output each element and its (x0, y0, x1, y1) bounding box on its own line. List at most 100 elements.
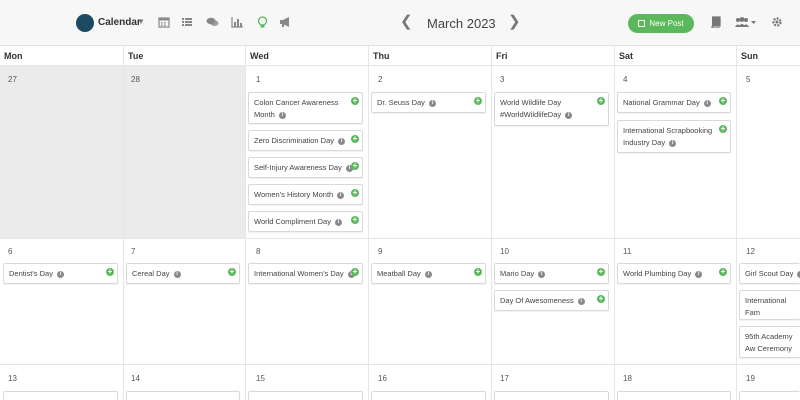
info-icon[interactable]: i (428, 99, 436, 107)
event-card[interactable]: Cereal Day i + (126, 263, 240, 284)
weekday-header: Thu (368, 46, 491, 65)
info-icon[interactable]: i (695, 270, 703, 278)
next-month-icon[interactable]: ❯ (508, 14, 521, 30)
event-card[interactable]: World Plumbing Day i + (617, 263, 731, 284)
event-card-partial[interactable] (3, 391, 118, 400)
weekday-header: Tue (123, 46, 245, 65)
prev-month-icon[interactable]: ❮ (400, 14, 413, 30)
event-card[interactable]: Dentist's Day i + (3, 263, 118, 284)
info-icon[interactable]: i (424, 270, 432, 278)
weekday-header: Mon (4, 51, 23, 61)
add-icon[interactable]: + (351, 189, 359, 197)
event-card[interactable]: 95th Academy Aw Ceremonyi (739, 326, 800, 358)
event-card[interactable]: Girl Scout Dayi (739, 263, 800, 284)
add-icon[interactable]: + (351, 135, 359, 143)
weekday-header: Sun (736, 46, 800, 65)
day-number: 14 (131, 374, 140, 383)
brand-logo[interactable] (76, 14, 94, 32)
grid-line (123, 46, 124, 400)
caret-down-icon[interactable]: ▼ (137, 17, 145, 26)
event-card[interactable]: Meatball Day i + (371, 263, 486, 284)
weekday-header: Sat (614, 46, 736, 65)
grid-line (491, 46, 492, 400)
info-icon[interactable]: i (565, 111, 573, 119)
info-icon[interactable]: i (538, 270, 546, 278)
info-icon[interactable]: i (703, 99, 711, 107)
add-icon[interactable]: + (351, 268, 359, 276)
grid-line (245, 46, 246, 400)
new-post-button[interactable]: New Post (628, 14, 694, 33)
event-card-partial[interactable] (126, 391, 240, 400)
calendar-icon[interactable] (157, 15, 171, 29)
info-icon[interactable]: i (338, 137, 346, 145)
event-card-partial[interactable] (371, 391, 486, 400)
info-icon[interactable]: i (337, 191, 345, 199)
past-day-cell (0, 65, 123, 238)
info-icon[interactable]: i (278, 111, 286, 119)
info-icon[interactable]: i (334, 218, 342, 226)
add-icon[interactable]: + (351, 162, 359, 170)
add-icon[interactable]: + (474, 268, 482, 276)
grid-line (0, 364, 800, 365)
add-icon[interactable]: + (351, 97, 359, 105)
day-number: 4 (623, 75, 628, 84)
event-label: World Wildlife Day #WorldWildlifeDay (500, 98, 562, 119)
info-icon[interactable]: i (577, 297, 585, 305)
event-card[interactable]: International Women's Dayi+ (248, 263, 363, 284)
info-icon[interactable]: i (173, 270, 181, 278)
calendar-menu-label[interactable]: Calendar (98, 17, 141, 28)
event-card[interactable]: International Scrapbooking Industry Day i… (617, 120, 731, 153)
day-number: 12 (746, 247, 755, 256)
add-icon[interactable]: + (106, 268, 114, 276)
event-card[interactable]: Colon Cancer Awareness Month i + (248, 92, 363, 124)
book-icon[interactable] (708, 15, 722, 29)
day-number: 19 (746, 374, 755, 383)
day-number: 27 (8, 75, 17, 84)
event-card-partial[interactable] (494, 391, 609, 400)
lightbulb-icon[interactable] (255, 15, 269, 29)
event-label: 95th Academy Aw Ceremony (745, 332, 793, 353)
event-label: International Women's Day (254, 269, 344, 278)
gear-icon[interactable] (770, 15, 784, 29)
add-icon[interactable]: + (719, 268, 727, 276)
event-card-partial[interactable] (739, 391, 800, 400)
event-card[interactable]: International Fami (739, 290, 800, 320)
event-card[interactable]: Mario Day i + (494, 263, 609, 284)
event-label: World Plumbing Day (623, 269, 692, 278)
grid-line (736, 46, 737, 400)
event-label: Women's History Month (254, 190, 334, 199)
event-label: Cereal Day (132, 269, 170, 278)
megaphone-icon[interactable] (278, 15, 292, 29)
event-card[interactable]: National Grammar Day i + (617, 92, 731, 113)
grid-line (614, 46, 615, 400)
add-icon[interactable]: + (228, 268, 236, 276)
event-card[interactable]: Zero Discrimination Day i + (248, 130, 363, 151)
info-icon[interactable]: i (669, 139, 677, 147)
add-icon[interactable]: + (597, 268, 605, 276)
add-icon[interactable]: + (351, 216, 359, 224)
day-number: 17 (500, 374, 509, 383)
event-label: Dentist's Day (9, 269, 53, 278)
event-card-partial[interactable] (248, 391, 363, 400)
comments-icon[interactable] (205, 15, 219, 29)
add-icon[interactable]: + (474, 97, 482, 105)
grid-line (368, 46, 369, 400)
event-card[interactable]: Day Of Awesomeness i + (494, 290, 609, 311)
event-label: Girl Scout Day (745, 269, 794, 278)
add-icon[interactable]: + (597, 97, 605, 105)
add-icon[interactable]: + (719, 125, 727, 133)
event-card[interactable]: Women's History Month i + (248, 184, 363, 205)
event-card[interactable]: World Compliment Day i + (248, 211, 363, 232)
list-view-icon[interactable] (180, 15, 194, 29)
team-users-icon[interactable] (734, 15, 756, 29)
add-icon[interactable]: + (719, 97, 727, 105)
event-card[interactable]: World Wildlife Day #WorldWildlifeDay i + (494, 92, 609, 126)
add-icon[interactable]: + (597, 295, 605, 303)
event-label: Self-Injury Awareness Day (254, 163, 342, 172)
event-card-partial[interactable] (617, 391, 731, 400)
event-card[interactable]: Dr. Seuss Day i + (371, 92, 486, 113)
day-number: 11 (623, 247, 632, 256)
info-icon[interactable]: i (56, 270, 64, 278)
analytics-chart-icon[interactable] (230, 15, 244, 29)
event-card[interactable]: Self-Injury Awareness Day i + (248, 157, 363, 178)
